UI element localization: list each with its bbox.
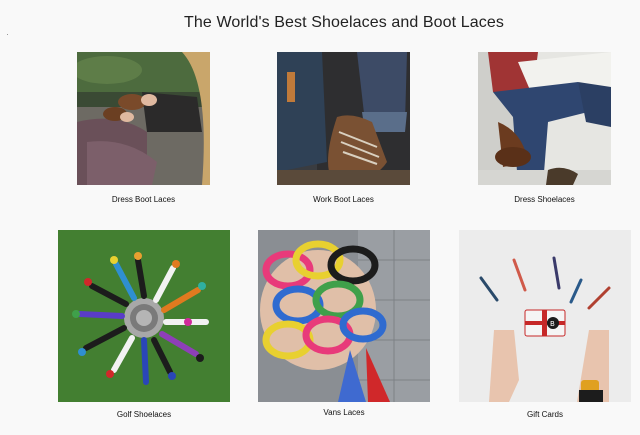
category-tile-golf-shoelaces[interactable]: Golf Shoelaces — [58, 230, 230, 425]
category-label[interactable]: Vans Laces — [238, 408, 450, 417]
category-tile-dress-shoelaces[interactable]: Dress Shoelaces — [478, 52, 611, 210]
dress-boot-laces-photo[interactable] — [77, 52, 210, 185]
golf-shoelaces-photo[interactable] — [58, 230, 230, 402]
svg-text:B: B — [550, 320, 555, 328]
category-label[interactable]: Dress Boot Laces — [57, 195, 230, 204]
page-title: The World's Best Shoelaces and Boot Lace… — [184, 14, 504, 31]
category-label[interactable]: Gift Cards — [439, 410, 640, 419]
stray-pixel — [7, 34, 8, 35]
category-tile-dress-boot-laces[interactable]: Dress Boot Laces — [77, 52, 210, 210]
category-label[interactable]: Work Boot Laces — [257, 195, 430, 204]
category-label[interactable]: Golf Shoelaces — [38, 410, 250, 419]
vans-laces-photo[interactable] — [258, 230, 430, 402]
category-tile-vans-laces[interactable]: Vans Laces — [258, 230, 430, 425]
work-boot-laces-photo[interactable] — [277, 52, 410, 185]
dress-shoelaces-photo[interactable] — [478, 52, 611, 185]
category-tile-work-boot-laces[interactable]: Work Boot Laces — [277, 52, 410, 210]
category-label[interactable]: Dress Shoelaces — [458, 195, 631, 204]
category-tile-gift-cards[interactable]: B Gift Cards — [459, 230, 631, 425]
gift-cards-photo[interactable]: B — [459, 230, 631, 402]
